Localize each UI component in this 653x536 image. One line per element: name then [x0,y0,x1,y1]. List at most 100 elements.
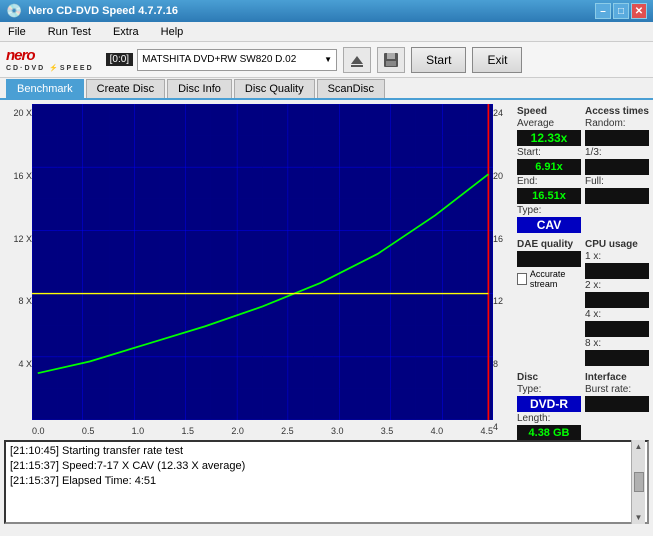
start-button[interactable]: Start [411,47,466,73]
x-label-6: 3.0 [331,426,344,436]
speed-end-label: End: [517,176,581,187]
menu-help[interactable]: Help [157,24,188,40]
access-times-title: Access times [585,106,649,117]
log-line-1: [21:15:37] Speed:7-17 X CAV (12.33 X ave… [10,459,629,474]
tab-create-disc[interactable]: Create Disc [86,79,165,98]
speed-start-label: Start: [517,147,581,158]
speed-access-row: Speed Average 12.33x Start: 6.91x End: 1… [517,104,649,233]
tabs: Benchmark Create Disc Disc Info Disc Qua… [0,78,653,100]
access-times-section: Access times Random: 1/3: Full: [585,104,649,233]
y-right-1: 20 [493,171,503,181]
full-label: Full: [585,176,649,187]
x-axis: 0.0 0.5 1.0 1.5 2.0 2.5 3.0 3.5 4.0 4.5 [32,422,493,436]
log-line-2: [21:15:37] Elapsed Time: 4:51 [10,474,629,489]
speed-type-value: CAV [517,217,581,233]
cpu-2x-value [585,292,649,308]
x-label-3: 1.5 [181,426,194,436]
cpu-4x-label: 4 x: [585,309,649,320]
y-label-0: 20 X [13,108,32,118]
drive-select: [0:0] MATSHITA DVD+RW SW820 D.02 ▼ [106,49,337,71]
speed-start-value: 6.91x [517,159,581,175]
disc-length-label: Length: [517,413,581,424]
maximize-button[interactable]: □ [613,3,629,19]
x-label-1: 0.5 [82,426,95,436]
interface-title: Interface [585,372,649,383]
close-button[interactable]: ✕ [631,3,647,19]
tab-benchmark[interactable]: Benchmark [6,79,84,98]
title-bar: 💿 Nero CD-DVD Speed 4.7.7.16 – □ ✕ [0,0,653,22]
scrollbar-thumb[interactable] [634,472,644,492]
y-label-3: 8 X [18,296,32,306]
app-icon: 💿 [6,3,22,19]
accurate-stream-checkbox[interactable] [517,273,527,285]
cpu-1x-value [585,263,649,279]
cpu-4x-value [585,321,649,337]
log-scrollbar[interactable]: ▲ ▼ [631,440,645,524]
menu-file[interactable]: File [4,24,30,40]
chart-svg [32,104,493,420]
y-right-4: 8 [493,359,498,369]
eject-icon [349,52,365,68]
dae-cpu-row: DAE quality Accurate stream CPU usage 1 … [517,237,649,366]
x-label-7: 3.5 [381,426,394,436]
menu-run-test[interactable]: Run Test [44,24,95,40]
save-icon [383,52,399,68]
random-value [585,130,649,146]
x-label-4: 2.0 [231,426,244,436]
y-axis-left: 20 X 16 X 12 X 8 X 4 X [4,104,32,436]
chart-canvas-area [32,104,493,420]
disc-length-value: 4.38 GB [517,425,581,441]
speed-type-label: Type: [517,205,581,216]
tab-disc-info[interactable]: Disc Info [167,79,232,98]
log-area: [21:10:45] Starting transfer rate test [… [4,440,649,524]
x-label-5: 2.5 [281,426,294,436]
app-title: Nero CD-DVD Speed 4.7.7.16 [28,5,178,17]
onethird-value [585,159,649,175]
log-container: [21:10:45] Starting transfer rate test [… [4,440,649,524]
disc-section: Disc Type: DVD-R Length: 4.38 GB [517,370,581,441]
burst-label: Burst rate: [585,384,649,395]
dae-value [517,251,581,267]
y-right-0: 24 [493,108,503,118]
dropdown-arrow-icon: ▼ [324,55,332,64]
drive-index-label: [0:0] [106,53,133,66]
speed-end-value: 16.51x [517,188,581,204]
x-label-2: 1.0 [132,426,145,436]
y-label-2: 12 X [13,234,32,244]
scrollbar-down-arrow[interactable]: ▼ [635,513,643,522]
nero-logo-text: nero [6,47,35,64]
minimize-button[interactable]: – [595,3,611,19]
disc-type-value: DVD-R [517,396,581,412]
y-label-4: 4 X [18,359,32,369]
interface-section: Interface Burst rate: [585,370,649,441]
scrollbar-up-arrow[interactable]: ▲ [635,442,643,451]
chart-wrapper: 20 X 16 X 12 X 8 X 4 X [4,104,513,436]
disc-interface-row: Disc Type: DVD-R Length: 4.38 GB Interfa… [517,370,649,441]
save-button[interactable] [377,47,405,73]
menu-extra[interactable]: Extra [109,24,143,40]
disc-type-sub: Type: [517,384,581,395]
onethird-label: 1/3: [585,147,649,158]
nero-logo-sub: CD·DVD ⚡SPEED [6,64,94,72]
drive-dropdown[interactable]: MATSHITA DVD+RW SW820 D.02 ▼ [137,49,337,71]
accurate-stream-label: Accurate stream [530,269,581,289]
x-label-0: 0.0 [32,426,45,436]
speed-section: Speed Average 12.33x Start: 6.91x End: 1… [517,104,581,233]
tab-disc-quality[interactable]: Disc Quality [234,79,315,98]
menu-bar: File Run Test Extra Help [0,22,653,42]
cpu-1x-label: 1 x: [585,251,649,262]
cpu-8x-value [585,350,649,366]
burst-value [585,396,649,412]
y-right-5: 4 [493,422,498,432]
x-label-8: 4.0 [431,426,444,436]
tab-scan-disc[interactable]: ScanDisc [317,79,385,98]
dae-title: DAE quality [517,239,581,250]
exit-button[interactable]: Exit [472,47,522,73]
random-label: Random: [585,118,649,129]
toolbar: nero CD·DVD ⚡SPEED [0:0] MATSHITA DVD+RW… [0,42,653,78]
eject-button[interactable] [343,47,371,73]
cpu-title: CPU usage [585,239,649,250]
right-panel: Speed Average 12.33x Start: 6.91x End: 1… [513,100,653,440]
drive-name: MATSHITA DVD+RW SW820 D.02 [142,54,296,65]
y-right-3: 12 [493,296,503,306]
